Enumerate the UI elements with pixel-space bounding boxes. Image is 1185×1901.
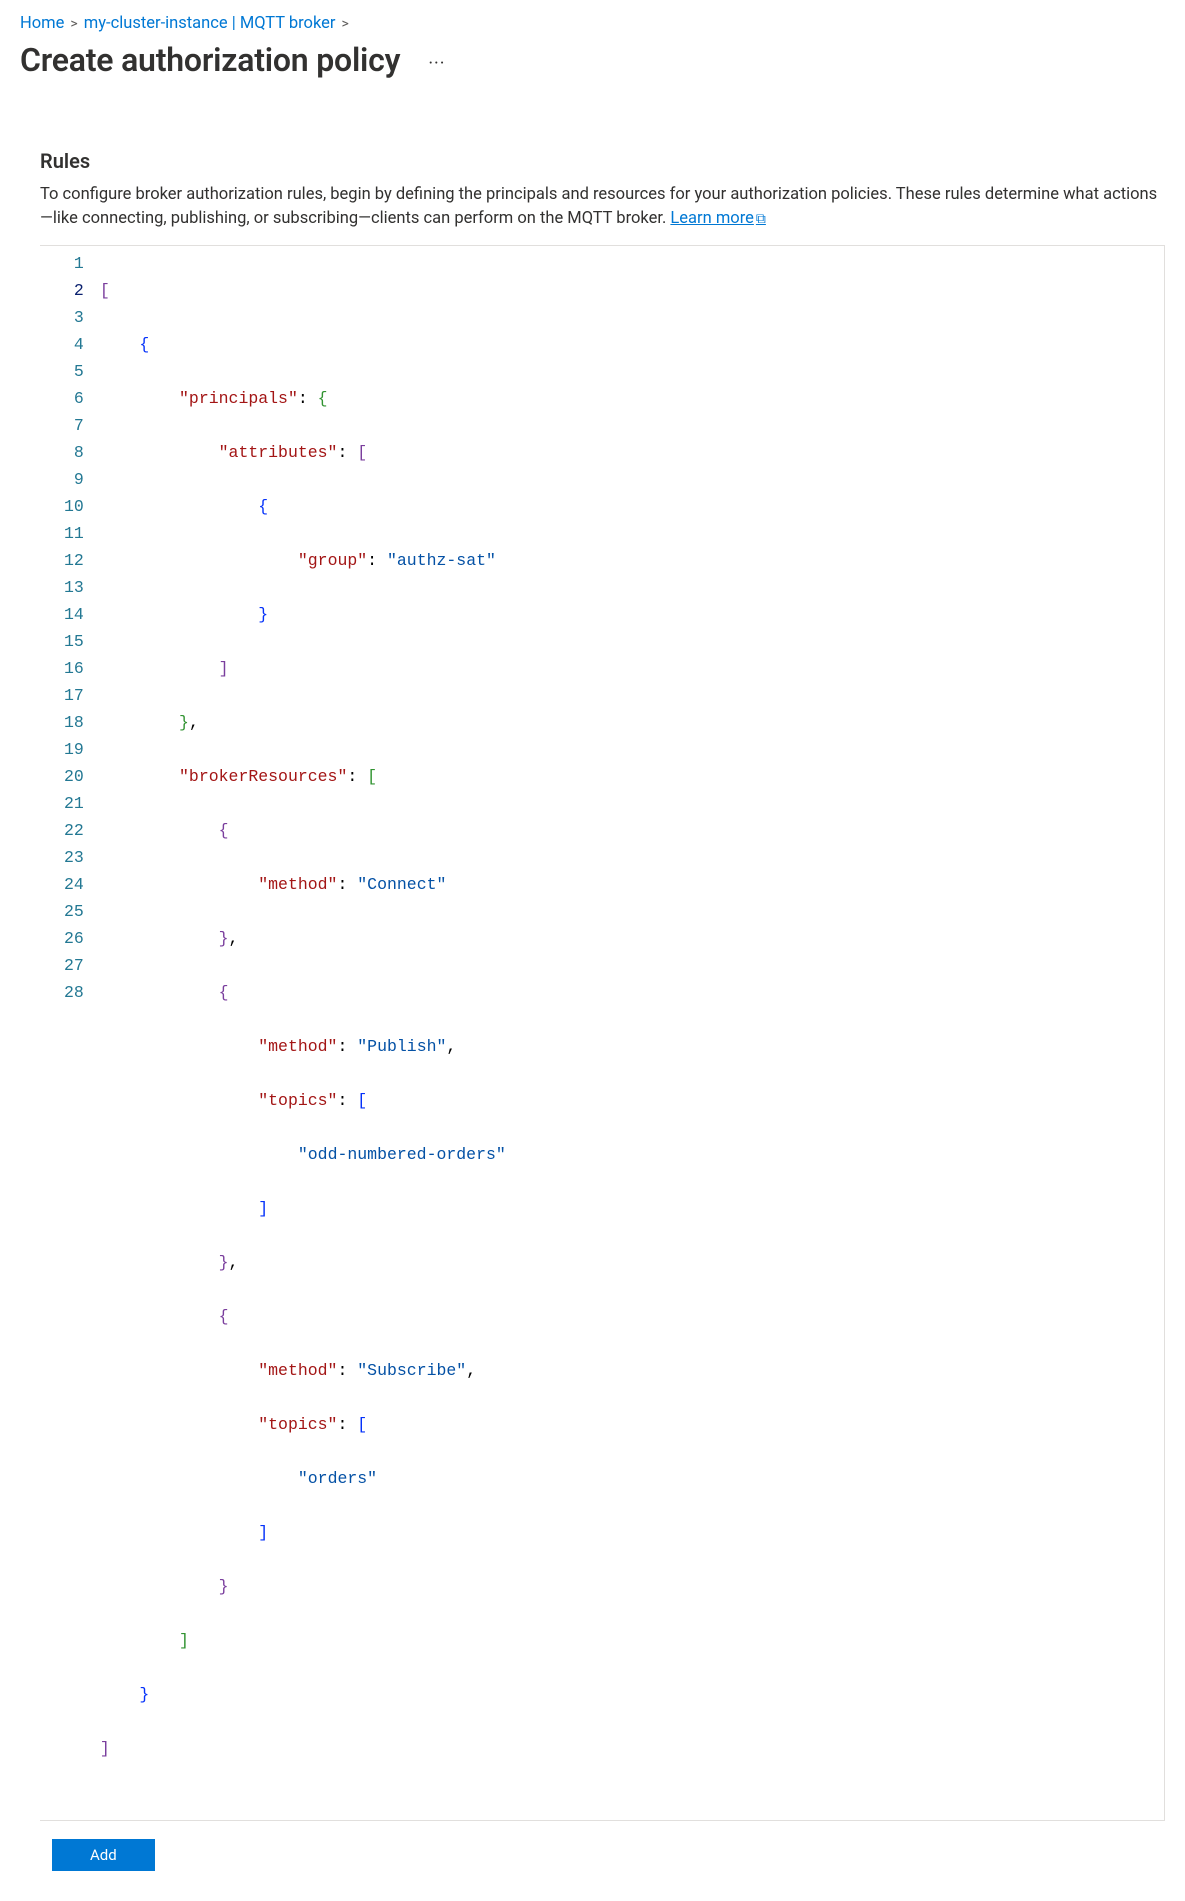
breadcrumb-home[interactable]: Home — [20, 14, 64, 33]
editor-gutter: 1234567891011121314151617181920212223242… — [40, 250, 98, 1816]
page-title: Create authorization policy — [20, 41, 400, 79]
breadcrumb-cluster[interactable]: my-cluster-instance | MQTT broker — [84, 14, 336, 33]
external-link-icon: ⧉ — [756, 211, 766, 227]
chevron-right-icon: > — [70, 16, 77, 32]
breadcrumb: Home > my-cluster-instance | MQTT broker… — [20, 14, 1165, 33]
add-button[interactable]: Add — [52, 1839, 155, 1871]
section-description: To configure broker authorization rules,… — [40, 183, 1165, 231]
learn-more-link[interactable]: Learn more⧉ — [670, 209, 765, 228]
editor-code[interactable]: [ { "principals": { "attributes": [ { "g… — [98, 250, 1164, 1816]
section-description-text: To configure broker authorization rules,… — [40, 185, 1157, 228]
code-editor[interactable]: 1234567891011121314151617181920212223242… — [40, 245, 1165, 1821]
more-icon[interactable]: ··· — [428, 55, 445, 73]
chevron-right-icon: > — [342, 16, 349, 32]
section-heading-rules: Rules — [40, 149, 1165, 173]
learn-more-label: Learn more — [670, 209, 753, 228]
